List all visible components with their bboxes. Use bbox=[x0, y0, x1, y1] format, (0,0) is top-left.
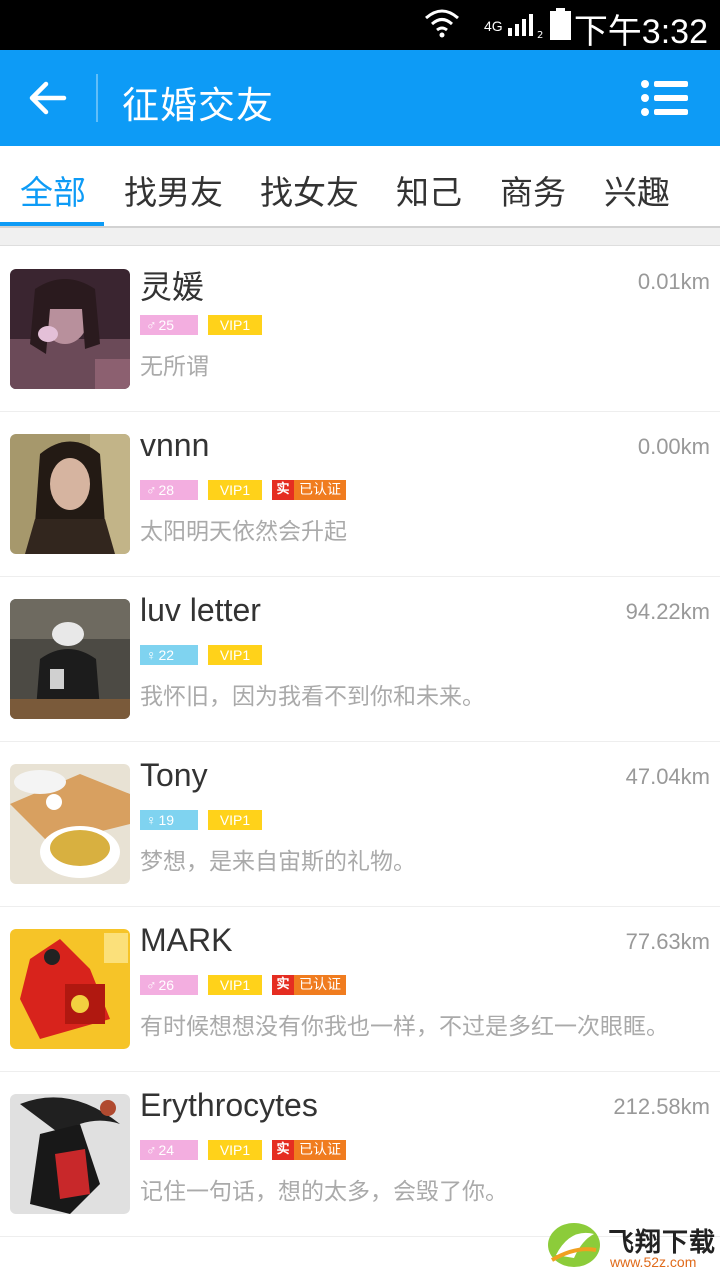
gender-icon: ♀ bbox=[146, 647, 157, 663]
verified-badge: 实 已认证 bbox=[272, 1140, 346, 1160]
user-name: Tony bbox=[140, 757, 208, 793]
user-badges: ♂ 25 VIP1 bbox=[140, 315, 262, 335]
clock: 下午3:32 bbox=[573, 13, 708, 51]
user-badges: ♂ 24 VIP1 实 已认证 bbox=[140, 1140, 346, 1160]
vip-badge: VIP1 bbox=[208, 1140, 262, 1160]
section-gap bbox=[0, 228, 720, 246]
site-watermark: 飞翔下载 www.52z.com bbox=[540, 1214, 716, 1276]
leaf-logo-icon bbox=[548, 1223, 600, 1267]
verified-badge: 实 已认证 bbox=[272, 480, 346, 500]
sim-slot: 2 bbox=[537, 30, 544, 41]
verified-mark: 实 bbox=[272, 480, 294, 500]
avatar[interactable] bbox=[10, 929, 130, 1049]
back-arrow-icon[interactable] bbox=[24, 74, 72, 122]
vip-badge: VIP1 bbox=[208, 975, 262, 995]
verified-label: 已认证 bbox=[294, 1140, 346, 1160]
user-badges: ♂ 26 VIP1 实 已认证 bbox=[140, 975, 346, 995]
user-badges: ♀ 19 VIP1 bbox=[140, 810, 262, 830]
gender-age-badge: ♀ 22 bbox=[140, 645, 198, 665]
gender-icon: ♀ bbox=[146, 812, 157, 828]
user-age: 24 bbox=[158, 1142, 175, 1158]
user-list-item[interactable]: Tony 47.04km ♀ 19 VIP1 梦想，是来自宙斯的礼物。 bbox=[0, 742, 720, 907]
user-list-item[interactable]: luv letter 94.22km ♀ 22 VIP1 我怀旧，因为我看不到你… bbox=[0, 577, 720, 742]
user-list-item[interactable]: 灵媛 0.01km ♂ 25 VIP1 无所谓 bbox=[0, 247, 720, 412]
gender-age-badge: ♂ 26 bbox=[140, 975, 198, 995]
user-name: luv letter bbox=[140, 592, 261, 628]
gender-age-badge: ♂ 25 bbox=[140, 315, 198, 335]
user-age: 25 bbox=[158, 317, 175, 333]
network-type: 4G bbox=[484, 18, 503, 34]
user-signature: 无所谓 bbox=[140, 354, 209, 380]
user-distance: 212.58km bbox=[613, 1094, 710, 1119]
tab-business[interactable]: 商务 bbox=[500, 166, 566, 214]
signal-icon bbox=[508, 14, 533, 36]
watermark-url: www.52z.com bbox=[610, 1254, 697, 1270]
user-name: MARK bbox=[140, 922, 233, 958]
category-tabs: 全部 找男友 找女友 知己 商务 兴趣 bbox=[0, 146, 720, 226]
avatar[interactable] bbox=[10, 764, 130, 884]
user-list-item[interactable]: vnnn 0.00km ♂ 28 VIP1 实 已认证 太阳明天依然会升起 bbox=[0, 412, 720, 577]
user-distance: 0.00km bbox=[637, 434, 710, 459]
user-distance: 47.04km bbox=[625, 764, 710, 789]
user-name: vnnn bbox=[140, 427, 210, 463]
gender-age-badge: ♀ 19 bbox=[140, 810, 198, 830]
user-signature: 我怀旧，因为我看不到你和未来。 bbox=[140, 684, 485, 710]
gender-icon: ♂ bbox=[146, 317, 157, 333]
verified-label: 已认证 bbox=[294, 480, 346, 500]
user-list: 灵媛 0.01km ♂ 25 VIP1 无所谓 vnnn 0.00km ♂ 28… bbox=[0, 247, 720, 1237]
gender-age-badge: ♂ 28 bbox=[140, 480, 198, 500]
avatar[interactable] bbox=[10, 599, 130, 719]
wifi-icon bbox=[425, 9, 459, 38]
user-list-item[interactable]: Erythrocytes 212.58km ♂ 24 VIP1 实 已认证 记住… bbox=[0, 1072, 720, 1237]
gender-icon: ♂ bbox=[146, 482, 157, 498]
avatar[interactable] bbox=[10, 269, 130, 389]
avatar[interactable] bbox=[10, 434, 130, 554]
app-bar-divider bbox=[96, 74, 98, 122]
user-badges: ♂ 28 VIP1 实 已认证 bbox=[140, 480, 346, 500]
user-name: 灵媛 bbox=[140, 269, 205, 305]
avatar[interactable] bbox=[10, 1094, 130, 1214]
tab-find-girlfriend[interactable]: 找女友 bbox=[260, 166, 359, 214]
user-list-item[interactable]: MARK 77.63km ♂ 26 VIP1 实 已认证 有时候想想没有你我也一… bbox=[0, 907, 720, 1072]
user-distance: 94.22km bbox=[625, 599, 710, 624]
tab-interest[interactable]: 兴趣 bbox=[604, 166, 670, 214]
vip-badge: VIP1 bbox=[208, 645, 262, 665]
status-bar: 4G 2 下午3:32 bbox=[0, 0, 720, 51]
verified-badge: 实 已认证 bbox=[272, 975, 346, 995]
verified-mark: 实 bbox=[272, 975, 294, 995]
vip-badge: VIP1 bbox=[208, 315, 262, 335]
vip-badge: VIP1 bbox=[208, 810, 262, 830]
gender-age-badge: ♂ 24 bbox=[140, 1140, 198, 1160]
user-distance: 0.01km bbox=[637, 269, 710, 294]
app-bar: 征婚交友 bbox=[0, 50, 720, 146]
user-signature: 太阳明天依然会升起 bbox=[140, 519, 347, 545]
user-signature: 记住一句话，想的太多，会毁了你。 bbox=[140, 1179, 508, 1205]
gender-icon: ♂ bbox=[146, 977, 157, 993]
vip-badge: VIP1 bbox=[208, 480, 262, 500]
user-age: 26 bbox=[158, 977, 175, 993]
user-age: 28 bbox=[158, 482, 175, 498]
user-age: 19 bbox=[158, 812, 175, 828]
user-age: 22 bbox=[158, 647, 175, 663]
page-title: 征婚交友 bbox=[122, 84, 274, 127]
user-signature: 有时候想想没有你我也一样，不过是多红一次眼眶。 bbox=[140, 1014, 669, 1040]
tab-soulmate[interactable]: 知己 bbox=[396, 166, 462, 214]
battery-icon bbox=[550, 8, 571, 40]
user-badges: ♀ 22 VIP1 bbox=[140, 645, 262, 665]
user-name: Erythrocytes bbox=[140, 1087, 318, 1123]
user-distance: 77.63km bbox=[625, 929, 710, 954]
tab-find-boyfriend[interactable]: 找男友 bbox=[124, 166, 223, 214]
verified-mark: 实 bbox=[272, 1140, 294, 1160]
list-menu-icon[interactable] bbox=[640, 78, 688, 118]
tab-all[interactable]: 全部 bbox=[20, 166, 86, 214]
gender-icon: ♂ bbox=[146, 1142, 157, 1158]
verified-label: 已认证 bbox=[294, 975, 346, 995]
user-signature: 梦想，是来自宙斯的礼物。 bbox=[140, 849, 416, 875]
